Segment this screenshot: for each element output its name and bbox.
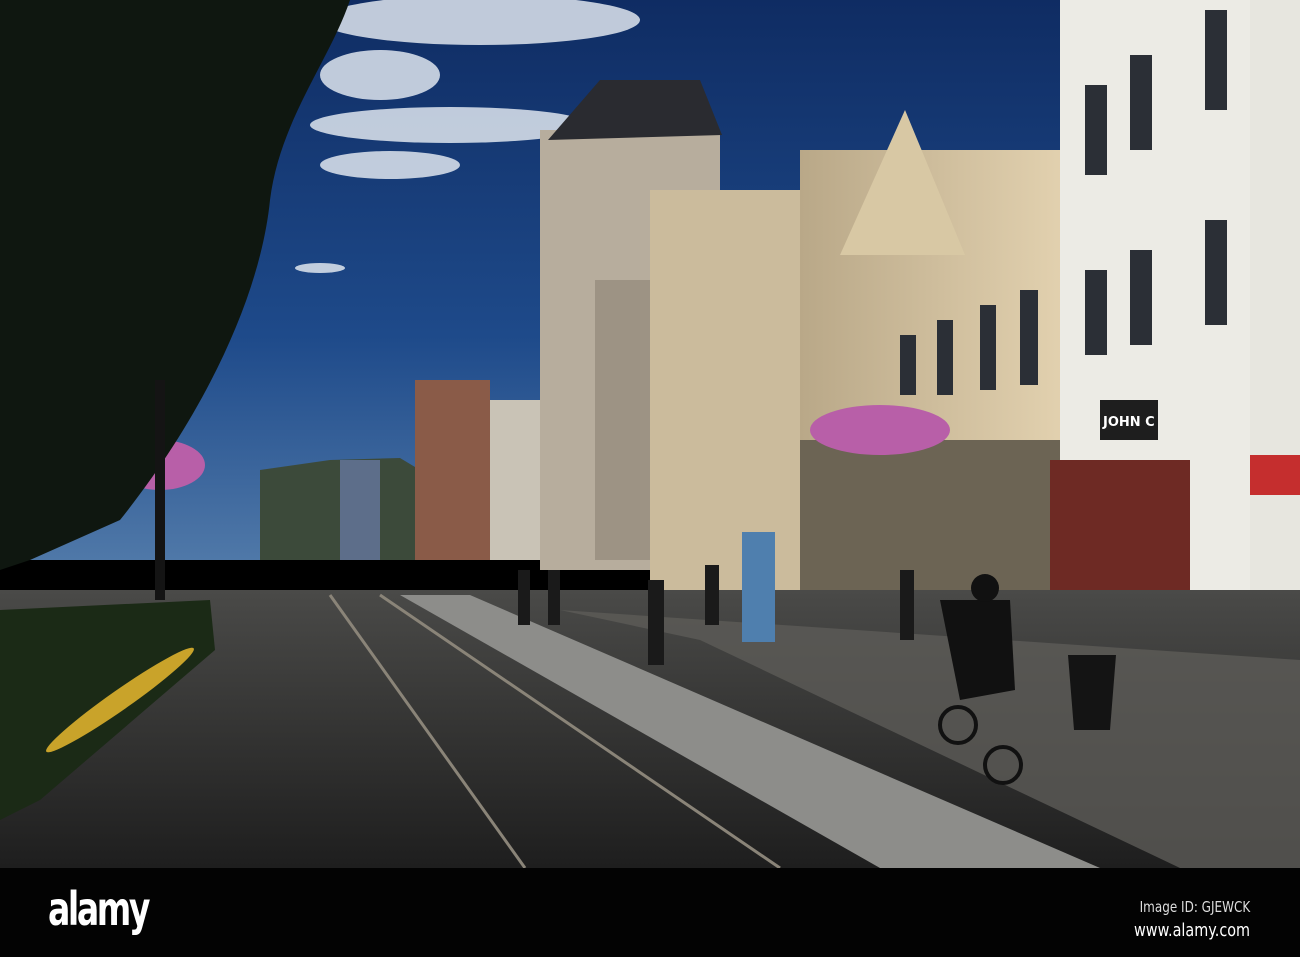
tree-trunk (155, 380, 165, 600)
street-photo: JOHN C (0, 0, 1300, 868)
site-url: www.alamy.com (1133, 920, 1250, 941)
image-id: Image ID: GJEWCK (1139, 898, 1250, 916)
watermark-footer: alamy Image ID: GJEWCK www.alamy.com (0, 868, 1300, 957)
info-pillar (742, 532, 775, 642)
image-frame: JOHN C alamy Image ID: GJEWCK www.alamy.… (0, 0, 1300, 957)
alamy-logo: alamy (48, 882, 151, 936)
shop-sign: JOHN C (1102, 415, 1155, 430)
trash-bin (1068, 655, 1116, 730)
